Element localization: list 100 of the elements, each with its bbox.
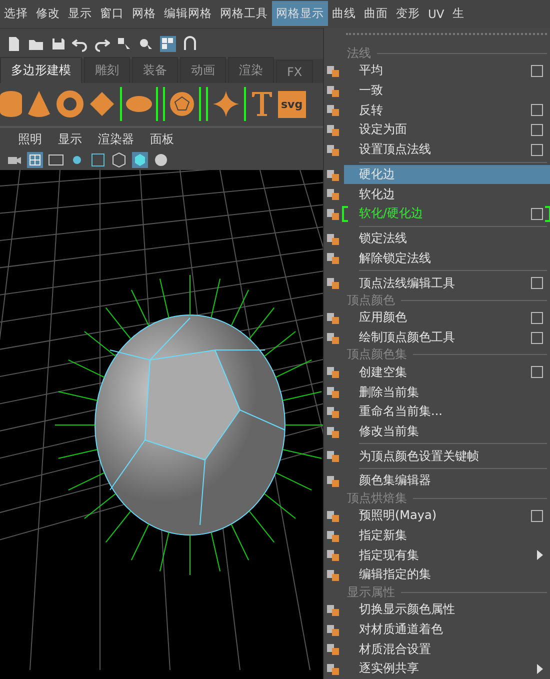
menu-item[interactable]: 设定为面 [344, 120, 550, 140]
section-header: 法线 [347, 44, 371, 62]
option-box[interactable] [531, 277, 543, 290]
option-box[interactable] [531, 104, 543, 116]
tool-icon [327, 451, 339, 462]
menu-item[interactable]: 编辑指定的集 [344, 565, 550, 585]
menu-title[interactable]: 网格 [128, 1, 160, 26]
option-box[interactable] [531, 124, 543, 136]
menu-title[interactable]: 窗口 [96, 1, 128, 26]
option-box[interactable] [531, 510, 543, 522]
tool-icon [327, 476, 339, 488]
bracket-mark [545, 206, 550, 222]
shelf-tab[interactable]: 多边形建模 [0, 56, 82, 83]
tool-icon [327, 570, 339, 582]
menu-title[interactable]: 生 [448, 1, 468, 26]
save-icon[interactable] [50, 36, 66, 52]
tool-icon [327, 604, 339, 616]
menu-item[interactable]: 修改当前集 [344, 422, 550, 442]
shelf-tab[interactable]: 渲染 [228, 56, 274, 83]
menu-title[interactable]: 编辑网格 [160, 1, 216, 26]
menu-title[interactable]: 网格工具 [216, 1, 272, 26]
menu-item[interactable]: 一致 [344, 80, 550, 100]
bracket-mark [342, 206, 348, 222]
star-icon[interactable] [212, 90, 240, 118]
menu-item[interactable]: 指定新集 [344, 526, 550, 546]
panel-menu-item[interactable]: 渲染器 [98, 130, 134, 148]
tool-icon [327, 170, 339, 181]
tool-icon [327, 406, 339, 418]
tool-icon [327, 278, 339, 290]
tool-icon [327, 86, 339, 97]
tool-icon [327, 125, 339, 136]
menu-item[interactable]: 逐实例共享 [344, 659, 550, 679]
panel-menu-item[interactable]: 照明 [18, 130, 42, 148]
grid-icon[interactable] [27, 152, 43, 168]
menu-item[interactable]: 切换显示颜色属性 [344, 600, 550, 620]
tool-icon [327, 144, 339, 156]
shelf-tab[interactable]: FX [276, 60, 314, 83]
cone-icon[interactable] [27, 90, 51, 118]
diamond-icon[interactable] [89, 91, 115, 118]
polyhedron-icon[interactable] [169, 91, 195, 118]
grid-select-icon[interactable] [160, 36, 176, 52]
option-box[interactable] [531, 208, 543, 220]
tool-icon [327, 367, 339, 378]
option-box[interactable] [531, 366, 543, 378]
menu-title[interactable]: 曲线 [328, 1, 360, 26]
shelf-tab[interactable]: 雕刻 [84, 56, 130, 83]
panel-menu-item[interactable]: 显示 [58, 130, 82, 148]
menu-item[interactable]: 材质混合设置 [344, 639, 550, 660]
menu-item[interactable]: 软化/硬化边 [344, 204, 550, 224]
tool-icon [327, 644, 339, 656]
menu-title[interactable]: 显示 [64, 1, 96, 26]
menu-item[interactable]: 锁定法线 [344, 228, 550, 248]
panel-menu-item[interactable]: 面板 [150, 130, 174, 148]
section-header: 顶点烘焙集 [347, 490, 407, 507]
wireframe-cube-icon[interactable] [111, 152, 127, 168]
tool-icon [327, 664, 339, 676]
tool-icon [327, 426, 339, 438]
option-box[interactable] [531, 64, 543, 77]
menu-item[interactable]: 应用颜色 [344, 308, 550, 328]
shelf-tab[interactable]: 装备 [132, 56, 178, 83]
menu-title[interactable]: 变形 [392, 1, 424, 26]
tool-icon [327, 189, 339, 200]
select-tool-icon[interactable] [116, 36, 132, 52]
option-box[interactable] [531, 144, 543, 156]
tool-icon [327, 624, 339, 636]
section-header: 顶点颜色集 [347, 346, 407, 364]
magnet-icon[interactable] [182, 36, 198, 52]
menu-item[interactable]: 删除当前集 [344, 382, 550, 402]
shelf-tab[interactable]: 动画 [180, 56, 226, 83]
menu-item[interactable]: 解除锁定法线 [344, 248, 550, 268]
svg-tool-icon[interactable]: svg [278, 90, 306, 118]
menu-title[interactable]: 曲面 [360, 1, 392, 26]
option-box[interactable] [531, 312, 543, 324]
menu-item[interactable]: 平均 [344, 60, 550, 81]
text-tool-icon[interactable] [251, 91, 273, 118]
torus-icon[interactable] [56, 90, 84, 118]
menu-item[interactable]: 反转 [344, 100, 550, 120]
shaded-cube-icon[interactable] [132, 152, 148, 168]
menu-item[interactable]: 预照明(Maya) [344, 506, 550, 526]
tool-icon [327, 530, 339, 542]
menu-item[interactable]: 绘制顶点颜色工具 [344, 328, 550, 348]
sphere-icon[interactable] [153, 152, 169, 168]
new-file-icon[interactable] [6, 36, 22, 52]
menu-item[interactable]: 颜色集编辑器 [344, 471, 550, 491]
menu-item[interactable]: 设置顶点法线 [344, 140, 550, 160]
menu-item[interactable]: 顶点法线编辑工具 [344, 273, 550, 293]
menu-item[interactable]: 对材质通道着色 [344, 620, 550, 640]
menu-item[interactable]: 创建空集 [344, 362, 550, 382]
menu-title[interactable]: UV [424, 2, 448, 26]
menu-item[interactable]: 重命名当前集... [344, 402, 550, 422]
tool-icon [327, 550, 339, 562]
menu-item[interactable]: 为顶点颜色设置关键帧 [344, 446, 550, 466]
menu-title[interactable]: 选择 [0, 1, 32, 26]
menu-item[interactable]: 软化边 [344, 184, 550, 204]
menu-item[interactable]: 指定现有集 [344, 545, 550, 566]
film-gate-icon[interactable] [48, 152, 64, 168]
option-box[interactable] [531, 332, 543, 344]
disc-icon[interactable] [126, 95, 152, 114]
cylinder-icon[interactable] [0, 90, 22, 118]
menu-title[interactable]: 修改 [32, 1, 64, 26]
